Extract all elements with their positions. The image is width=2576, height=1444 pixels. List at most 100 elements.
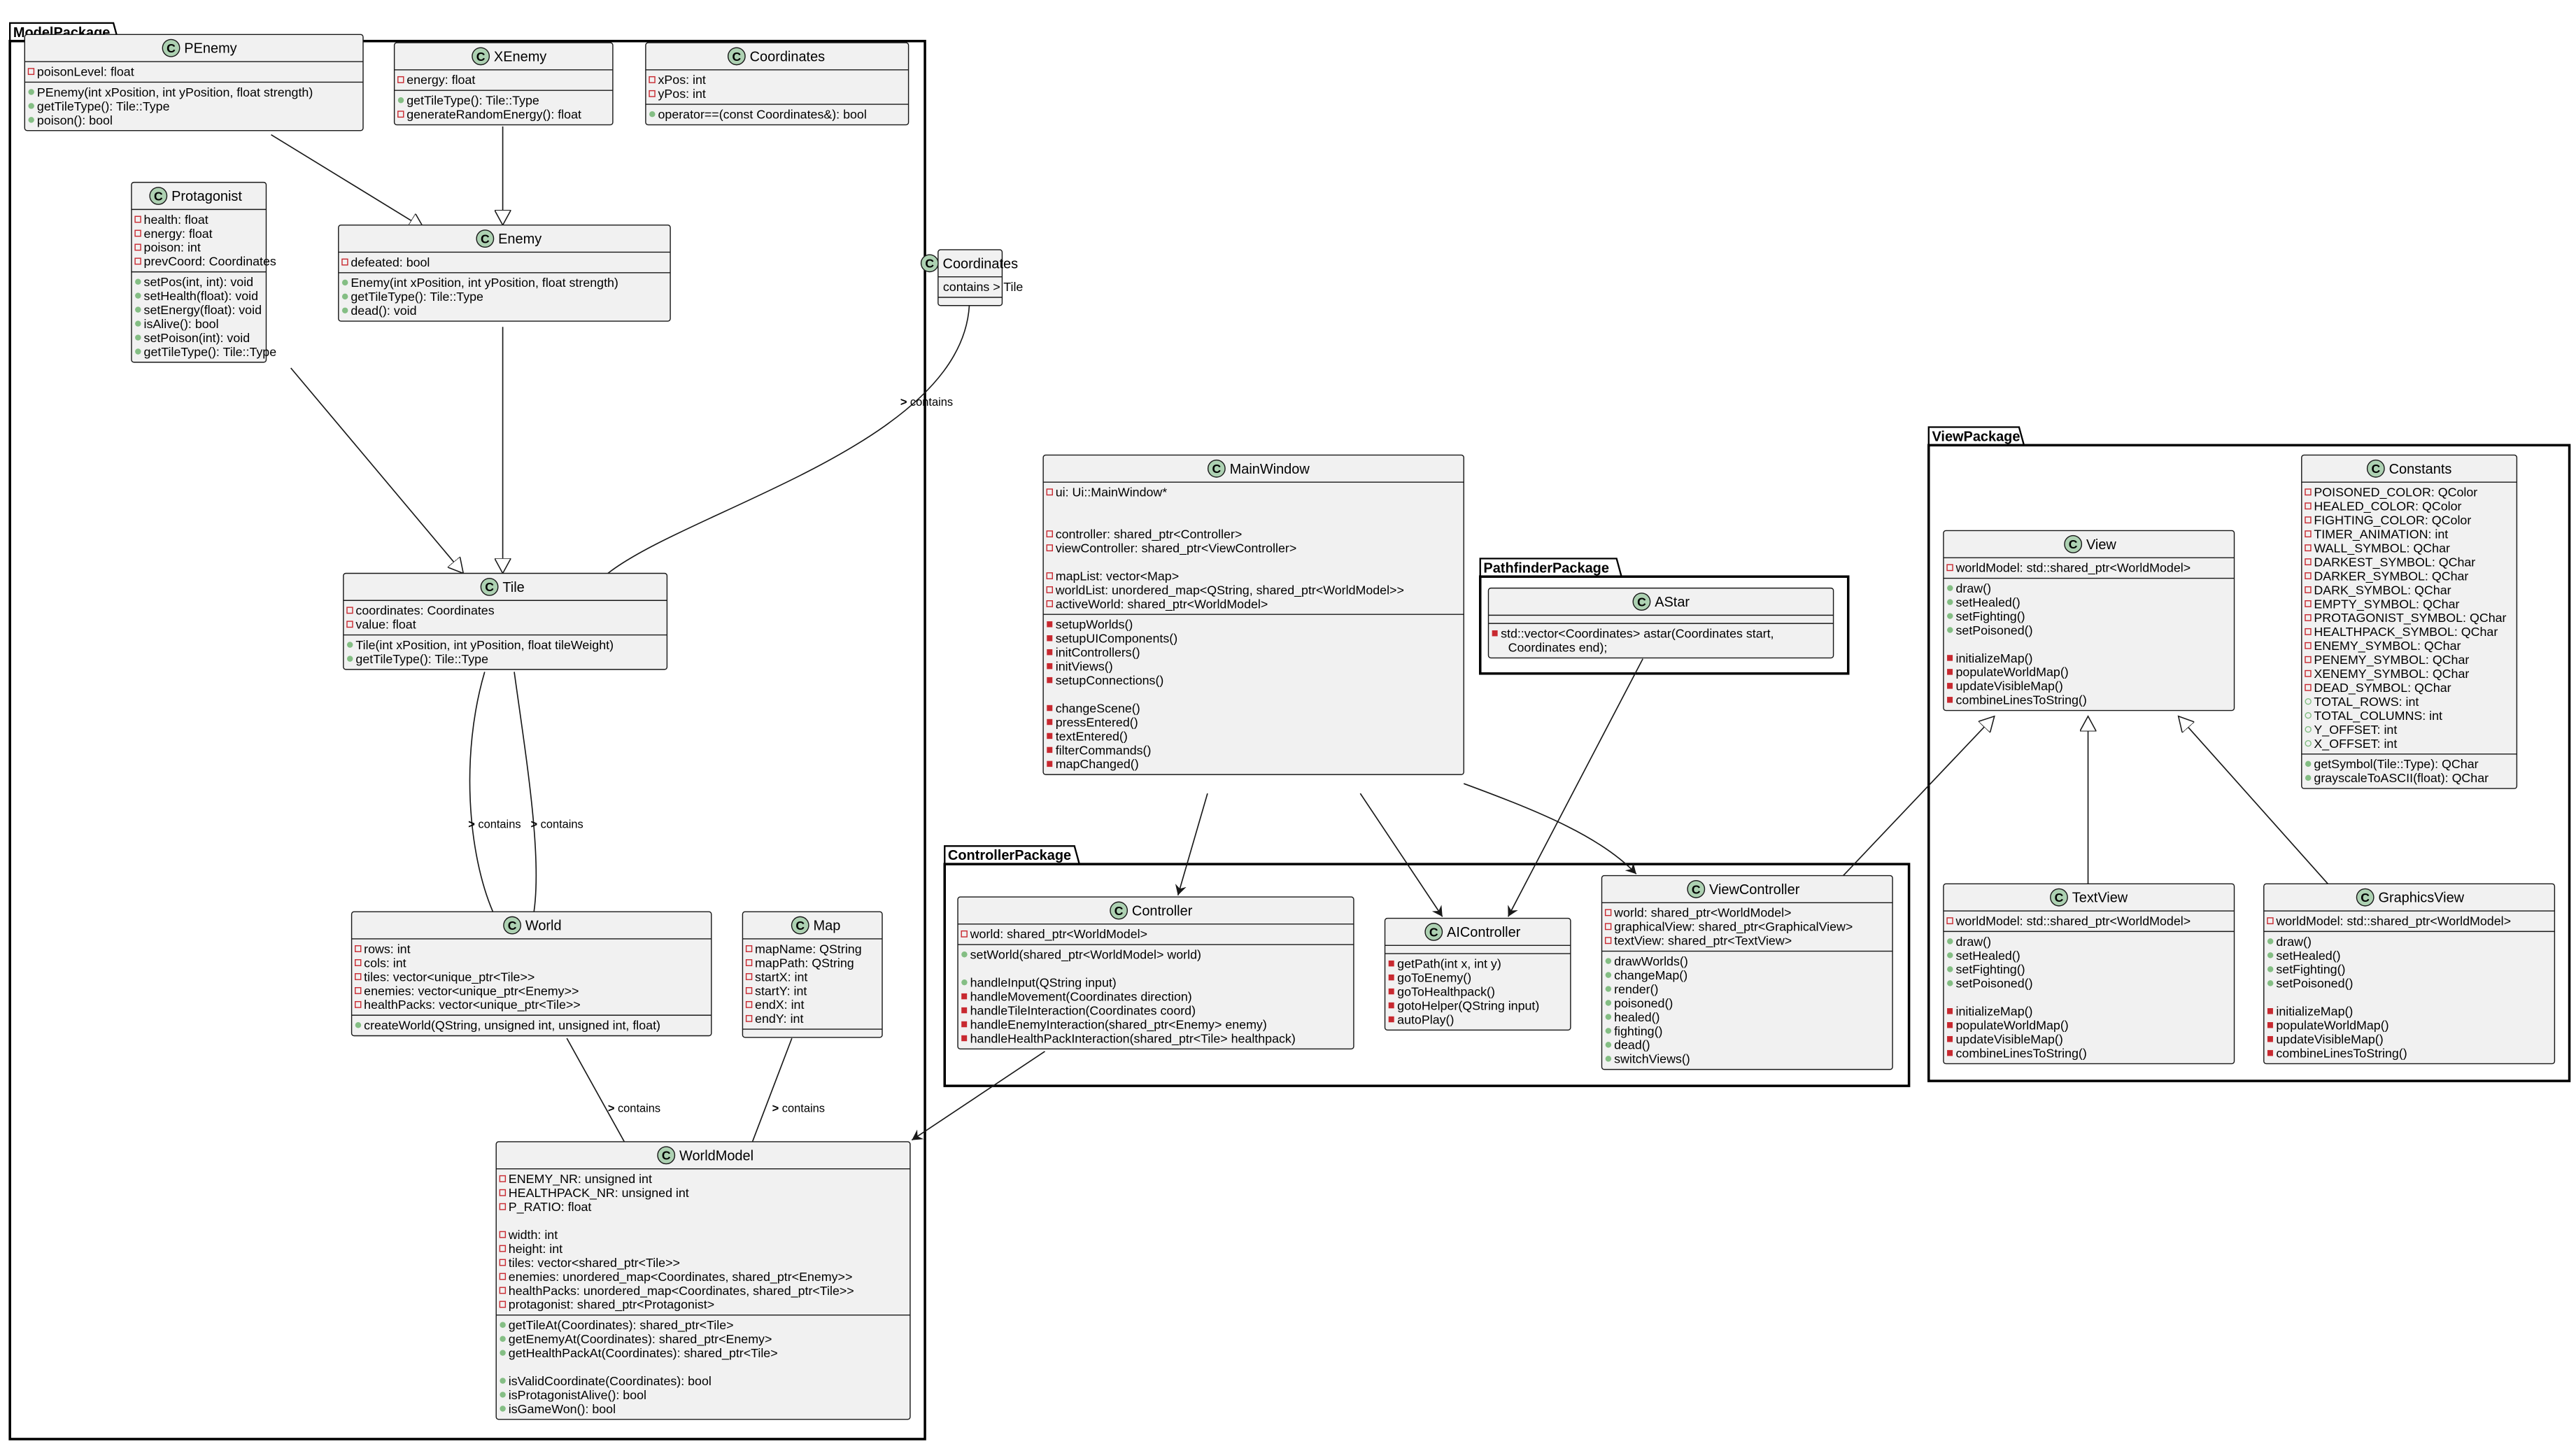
class-method: textEntered() (1056, 729, 1128, 743)
class-method: filterCommands() (1056, 743, 1152, 757)
class-controller[interactable]: C Controller world: shared_ptr<WorldModel>… (957, 896, 1354, 1049)
class-view[interactable]: C ViewworldModel: std::shared_ptr<WorldMo… (1943, 530, 2235, 712)
class-map[interactable]: C MapmapName: QStringmapPath: QStringstar… (742, 911, 883, 1038)
class-method: setHealth(float): void (144, 289, 259, 303)
visibility-private-method-icon (961, 1007, 968, 1014)
visibility-public-icon (1947, 599, 1953, 605)
class-icon-letter: C (2361, 891, 2370, 905)
class-field: healthPacks: vector<unique_ptr<Tile>> (364, 998, 581, 1012)
class-coordinates-model[interactable]: C Coordinates xPos: intyPos: int operator==… (645, 42, 910, 126)
visibility-private-method-icon (1047, 621, 1053, 628)
class-icon-letter: C (1637, 595, 1646, 609)
class-method: poisoned() (1614, 996, 1673, 1010)
class-main-window[interactable]: C MainWindowui: Ui::MainWindow*controller… (1042, 454, 1464, 775)
visibility-private-method-icon (2267, 1022, 2273, 1028)
class-field: DARKEST_SYMBOL: QChar (2314, 555, 2475, 569)
class-constants[interactable]: C Constants POISONED_COLOR: QColorHEALED_C… (2301, 454, 2518, 789)
class-protagonist[interactable]: C Protagonist health: floatenergy: floatpo… (131, 181, 276, 363)
class-icon-letter: C (1429, 925, 1438, 939)
relation-tile-world-1: > contains (468, 672, 521, 912)
class-aicontroller[interactable]: C AIController getPath(int x, int y)goToEn… (1384, 917, 1571, 1031)
relation-map-worldmodel: > contains (751, 1038, 825, 1142)
visibility-private-method-icon (2267, 1008, 2273, 1014)
class-name: Coordinates (943, 256, 1019, 271)
relation-viewcontroller-view (1843, 716, 1995, 877)
class-xenemy[interactable]: C XEnemy energy: float getTileType(): Tile:… (393, 42, 614, 126)
class-method: handleMovement(Coordinates direction) (970, 989, 1192, 1003)
class-method: drawWorlds() (1614, 954, 1688, 968)
class-field: defeated: bool (351, 255, 430, 269)
class-field: cols: int (364, 956, 406, 970)
visibility-public-icon (1605, 1014, 1612, 1020)
class-name: World (525, 919, 562, 934)
class-enemy[interactable]: C Enemy defeated: bool Enemy(int xPosition,… (338, 224, 671, 322)
class-method: setWorld(shared_ptr<WorldModel> world) (970, 948, 1201, 963)
class-icon: C (2356, 888, 2375, 907)
visibility-private-method-icon (1047, 732, 1053, 739)
class-method: getTileType(): Tile::Type (351, 290, 483, 304)
visibility-public-icon (135, 334, 141, 341)
class-penemy[interactable]: C PEnemy poisonLevel: float PEnemy(int xPos… (24, 34, 364, 132)
visibility-public-icon (500, 1350, 506, 1356)
visibility-private-method-icon (1947, 697, 1953, 703)
class-method: healed() (1614, 1010, 1659, 1024)
package-label: PathfinderPackage (1483, 560, 1609, 576)
visibility-public-icon (500, 1336, 506, 1342)
visibility-public-icon (500, 1406, 506, 1412)
class-method: combineLinesToString() (1956, 1046, 2087, 1060)
class-tile[interactable]: C Tile coordinates: Coordinatesvalue: floa… (343, 572, 668, 670)
class-method: setHealed() (1956, 949, 2021, 963)
class-field: DEAD_SYMBOL: QChar (2314, 681, 2451, 695)
visibility-private-method-icon (961, 1021, 968, 1028)
class-world[interactable]: C World rows: intcols: inttiles: vector<un… (351, 911, 712, 1037)
class-icon-letter: C (167, 41, 176, 55)
visibility-private-method-icon (1388, 988, 1394, 995)
class-icon: C (920, 254, 939, 273)
visibility-private-method-icon (1047, 719, 1053, 725)
class-method: getEnemyAt(Coordinates): shared_ptr<Enem… (509, 1332, 772, 1347)
class-icon: C (1424, 923, 1443, 941)
class-view-controller[interactable]: C ViewController world: shared_ptr<WorldMo… (1601, 875, 1893, 1070)
class-method: initControllers() (1056, 646, 1140, 660)
class-method: updateVisibleMap() (2276, 1033, 2383, 1047)
visibility-public-icon (2267, 966, 2274, 972)
visibility-public-icon (1605, 1056, 1612, 1062)
class-method: initializeMap() (1956, 1005, 2033, 1019)
class-field: healthPacks: unordered_map<Coordinates, … (509, 1284, 854, 1298)
relation-label: contains (541, 818, 583, 830)
class-icon: C (149, 187, 168, 205)
visibility-public-icon (961, 951, 968, 958)
class-coordinates-outer[interactable]: C Coordinates contains > Tile (920, 249, 1024, 306)
relation-protagonist-tile (290, 367, 464, 574)
class-text-view[interactable]: C TextViewworldModel: std::shared_ptr<Wor… (1943, 883, 2235, 1065)
class-graphics-view[interactable]: C GraphicsViewworldModel: std::shared_ptr… (2263, 883, 2556, 1065)
relation-mainwindow-aicontroller (1359, 793, 1443, 917)
visibility-public-icon (1605, 1000, 1612, 1006)
visibility-private-method-icon (961, 993, 968, 1000)
class-field: PENEMY_SYMBOL: QChar (2314, 653, 2469, 667)
class-method: setPos(int, int): void (144, 275, 254, 289)
classes-layer: C PEnemy poisonLevel: float PEnemy(int xPos… (24, 34, 2556, 1420)
direction-arrow-icon: > (531, 818, 538, 830)
visibility-public-icon (2305, 774, 2312, 781)
class-icon-letter: C (1212, 462, 1221, 476)
class-method: gotoHelper(QString input) (1397, 998, 1539, 1012)
class-method: setPoisoned() (1956, 977, 2033, 991)
class-field: PROTAGONIST_SYMBOL: QChar (2314, 611, 2506, 625)
class-world-model[interactable]: C WorldModel ENEMY_NR: unsigned intHEALTHP… (495, 1141, 911, 1420)
class-method: getTileType(): Tile::Type (406, 94, 539, 108)
visibility-public-icon (341, 307, 348, 314)
class-method: updateVisibleMap() (1956, 679, 2063, 693)
class-method: populateWorldMap() (1956, 665, 2069, 679)
class-method: std::vector<Coordinates> astar(Coordinat… (1501, 627, 1774, 641)
class-astar[interactable]: C AStarstd::vector<Coordinates> astar(Coo… (1487, 587, 1834, 659)
direction-arrow-icon: > (608, 1103, 615, 1115)
visibility-private-method-icon (1047, 663, 1053, 670)
class-field: viewController: shared_ptr<ViewControlle… (1056, 541, 1297, 555)
relation-label: contains (782, 1103, 825, 1115)
class-icon-letter: C (2371, 462, 2380, 476)
relation-coordinates-tile: > contains (607, 305, 970, 574)
class-field: worldModel: std::shared_ptr<WorldModel> (2275, 914, 2511, 928)
class-icon: C (727, 47, 746, 66)
inheritance-line (290, 367, 464, 574)
